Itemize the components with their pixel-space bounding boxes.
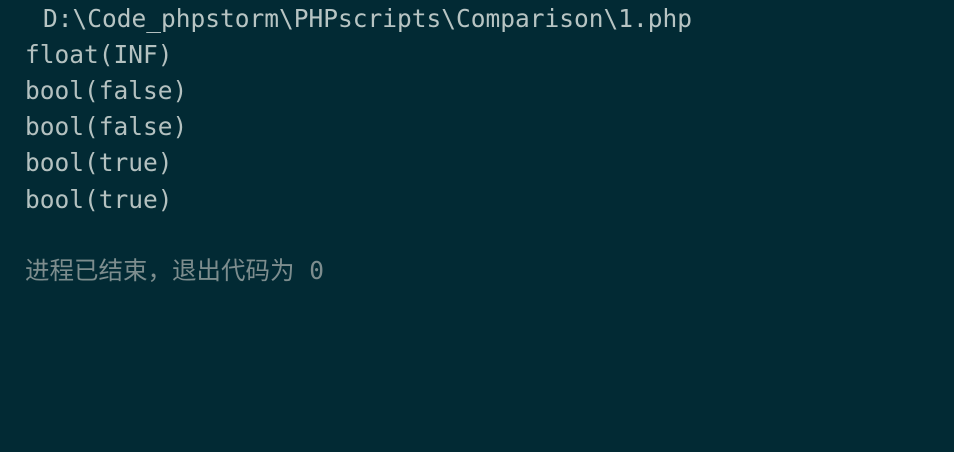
- output-line: bool(true): [25, 148, 173, 177]
- script-path-line: D:\Code_phpstorm\PHPscripts\Comparison\1…: [43, 4, 693, 33]
- output-line: bool(false): [25, 76, 188, 105]
- output-line: bool(false): [25, 112, 188, 141]
- process-exit-message: 进程已结束，退出代码为 0: [25, 256, 324, 285]
- output-line: bool(true): [25, 185, 173, 214]
- output-line: float(INF): [25, 40, 173, 69]
- run-console-output[interactable]: D:\Code_phpstorm\PHPscripts\Comparison\1…: [0, 0, 954, 452]
